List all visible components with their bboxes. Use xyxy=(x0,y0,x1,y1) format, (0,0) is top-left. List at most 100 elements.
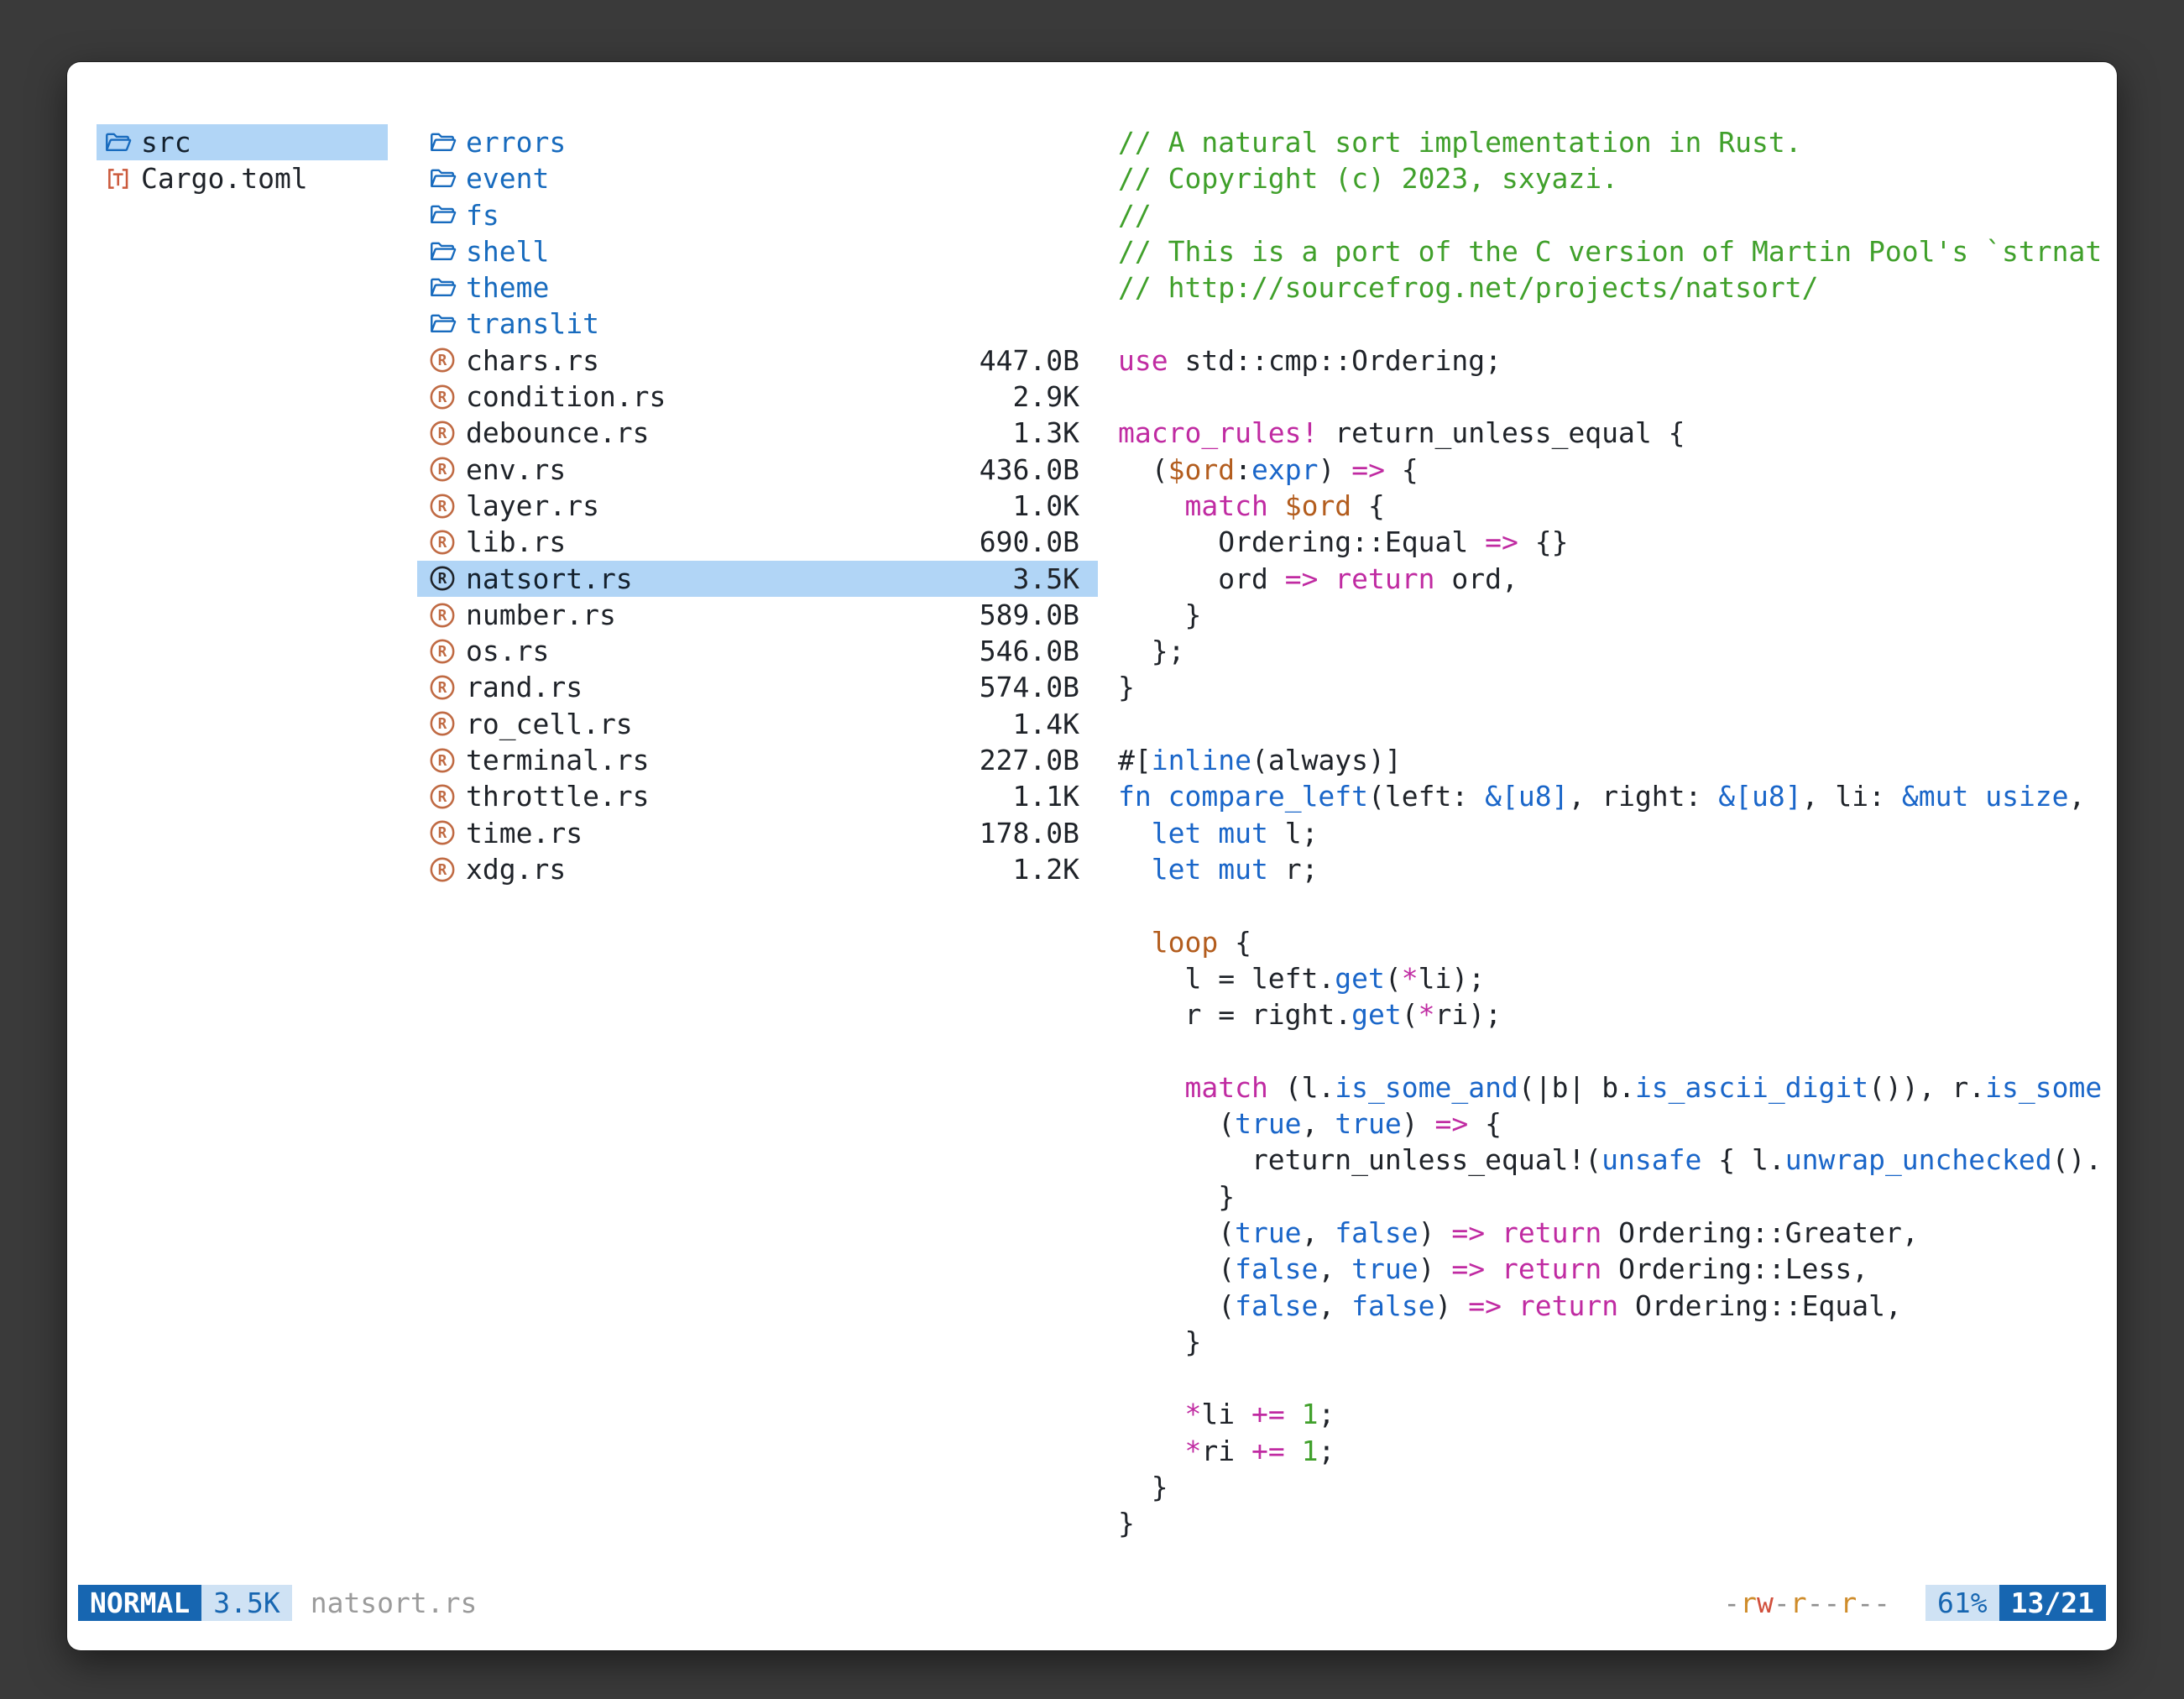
code-line xyxy=(1118,706,2108,742)
svg-text:R: R xyxy=(438,426,447,442)
file-name: chars.rs xyxy=(466,342,599,379)
code-line: let mut r; xyxy=(1118,851,2108,887)
code-line xyxy=(1118,306,2108,342)
file-row-translit[interactable]: translit xyxy=(417,306,1098,342)
rust-file-icon: R xyxy=(428,528,457,557)
file-manager-window: srcCargo.toml errorseventfsshellthemetra… xyxy=(67,62,2117,1650)
file-size: 1.4K xyxy=(1013,706,1079,742)
file-row-src[interactable]: src xyxy=(97,124,388,160)
code-line: *ri += 1; xyxy=(1118,1433,2108,1469)
code-line: use std::cmp::Ordering; xyxy=(1118,342,2108,379)
file-size: 690.0B xyxy=(980,524,1079,560)
file-row-os.rs[interactable]: Ros.rs546.0B xyxy=(417,633,1098,669)
code-line: match $ord { xyxy=(1118,488,2108,524)
rust-file-icon: R xyxy=(428,637,457,666)
rust-file-icon: R xyxy=(428,564,457,593)
file-row-ro_cell.rs[interactable]: Rro_cell.rs 1.4K xyxy=(417,706,1098,742)
mode-indicator: NORMAL xyxy=(78,1585,201,1621)
code-line: ord => return ord, xyxy=(1118,561,2108,597)
file-row-fs[interactable]: fs xyxy=(417,197,1098,233)
code-line: fn compare_left(left: &[u8], right: &[u8… xyxy=(1118,778,2108,814)
file-name: event xyxy=(466,160,549,196)
file-row-shell[interactable]: shell xyxy=(417,233,1098,269)
file-size: 1.3K xyxy=(1013,415,1079,451)
file-row-time.rs[interactable]: Rtime.rs 178.0B xyxy=(417,815,1098,851)
file-row-debounce.rs[interactable]: Rdebounce.rs 1.3K xyxy=(417,415,1098,451)
svg-text:R: R xyxy=(438,862,447,879)
code-line: // Copyright (c) 2023, sxyazi. xyxy=(1118,160,2108,196)
file-name: shell xyxy=(466,233,549,269)
svg-text:R: R xyxy=(438,680,447,697)
code-line: ($ord:expr) => { xyxy=(1118,452,2108,488)
code-line: (true, false) => return Ordering::Greate… xyxy=(1118,1215,2108,1251)
folder-open-icon xyxy=(428,201,457,229)
file-size: 2.9K xyxy=(1013,379,1079,415)
code-line: } xyxy=(1118,1505,2108,1541)
file-size: 1.1K xyxy=(1013,778,1079,814)
rust-file-icon: R xyxy=(428,419,457,447)
svg-text:R: R xyxy=(438,716,447,733)
file-row-layer.rs[interactable]: Rlayer.rs1.0K xyxy=(417,488,1098,524)
file-name: debounce.rs xyxy=(466,415,650,451)
code-line: // xyxy=(1118,197,2108,233)
file-row-errors[interactable]: errors xyxy=(417,124,1098,160)
folder-open-icon xyxy=(103,128,132,157)
code-line: // A natural sort implementation in Rust… xyxy=(1118,124,2108,160)
svg-text:R: R xyxy=(438,753,447,770)
file-row-xdg.rs[interactable]: Rxdg.rs 1.2K xyxy=(417,851,1098,887)
file-size: 436.0B xyxy=(980,452,1079,488)
file-row-Cargo.toml[interactable]: Cargo.toml xyxy=(97,160,388,196)
file-size: 546.0B xyxy=(980,633,1079,669)
file-name: errors xyxy=(466,124,566,160)
rust-file-icon: R xyxy=(428,673,457,702)
file-row-rand.rs[interactable]: Rrand.rs574.0B xyxy=(417,669,1098,705)
folder-open-icon xyxy=(428,128,457,157)
svg-text:R: R xyxy=(438,353,447,370)
file-row-event[interactable]: event xyxy=(417,160,1098,196)
file-size-indicator: 3.5K xyxy=(201,1585,291,1621)
status-bar: NORMAL 3.5K natsort.rs -rw-r--r-- 61% 13… xyxy=(78,1585,2106,1621)
file-name: condition.rs xyxy=(466,379,666,415)
file-row-chars.rs[interactable]: Rchars.rs447.0B xyxy=(417,342,1098,379)
code-line: macro_rules! return_unless_equal { xyxy=(1118,415,2108,451)
current-pane: errorseventfsshellthemetranslitRchars.rs… xyxy=(417,124,1098,887)
file-row-lib.rs[interactable]: Rlib.rs690.0B xyxy=(417,524,1098,560)
file-row-condition.rs[interactable]: Rcondition.rs 2.9K xyxy=(417,379,1098,415)
rust-file-icon: R xyxy=(428,455,457,484)
rust-file-icon: R xyxy=(428,746,457,775)
svg-text:R: R xyxy=(438,535,447,552)
file-name: ro_cell.rs xyxy=(466,706,633,742)
file-size: 1.2K xyxy=(1013,851,1079,887)
file-name: terminal.rs xyxy=(466,742,650,778)
file-name: time.rs xyxy=(466,815,583,851)
file-row-theme[interactable]: theme xyxy=(417,269,1098,306)
folder-open-icon xyxy=(428,165,457,193)
toml-file-icon xyxy=(103,165,132,193)
file-row-natsort.rs[interactable]: Rnatsort.rs3.5K xyxy=(417,561,1098,597)
rust-file-icon: R xyxy=(428,709,457,738)
code-line: }; xyxy=(1118,633,2108,669)
file-name: Cargo.toml xyxy=(141,160,308,196)
file-row-terminal.rs[interactable]: Rterminal.rs227.0B xyxy=(417,742,1098,778)
code-line: Ordering::Equal => {} xyxy=(1118,524,2108,560)
file-row-throttle.rs[interactable]: Rthrottle.rs1.1K xyxy=(417,778,1098,814)
file-row-env.rs[interactable]: Renv.rs436.0B xyxy=(417,452,1098,488)
svg-text:R: R xyxy=(438,825,447,842)
file-name: translit xyxy=(466,306,599,342)
file-name: xdg.rs xyxy=(466,851,566,887)
code-line xyxy=(1118,1032,2108,1069)
scroll-percent: 61% xyxy=(1925,1585,1999,1621)
file-name: fs xyxy=(466,197,499,233)
rust-file-icon: R xyxy=(428,601,457,630)
folder-open-icon xyxy=(428,238,457,266)
file-row-number.rs[interactable]: Rnumber.rs589.0B xyxy=(417,597,1098,633)
code-line: } xyxy=(1118,597,2108,633)
svg-text:R: R xyxy=(438,389,447,406)
rust-file-icon: R xyxy=(428,492,457,520)
file-size: 178.0B xyxy=(980,815,1079,851)
svg-text:R: R xyxy=(438,608,447,625)
code-line: (false, false) => return Ordering::Equal… xyxy=(1118,1288,2108,1324)
code-line: match (l.is_some_and(|b| b.is_ascii_digi… xyxy=(1118,1069,2108,1106)
status-bar-right: -rw-r--r-- 61% 13/21 xyxy=(1723,1585,2106,1621)
code-line xyxy=(1118,379,2108,415)
